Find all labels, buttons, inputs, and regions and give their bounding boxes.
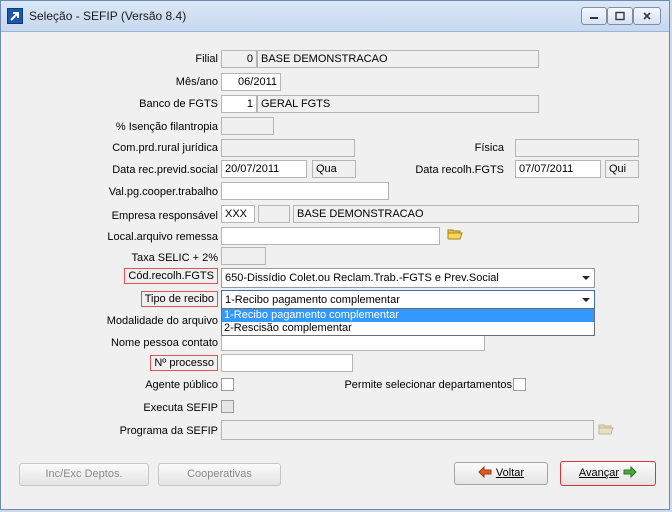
mes-ano-field[interactable]: 06/2011 [221,73,281,91]
empresa-responsavel-label: Empresa responsável [111,210,218,222]
form-area: Filial 0 BASE DEMONSTRACAO Mês/ano 06/20… [8,38,664,505]
num-processo-label: Nº processo [150,355,218,371]
folder-icon[interactable] [598,422,614,436]
banco-fgts-name-field: GERAL FGTS [257,95,539,113]
num-processo-field[interactable] [221,354,353,372]
com-prd-juridica-label: Com.prd.rural jurídica [112,142,218,154]
voltar-button[interactable]: Voltar [454,462,548,485]
val-pg-cooper-field[interactable] [221,182,389,200]
cooperativas-button[interactable]: Cooperativas [158,463,281,486]
filial-code-field[interactable]: 0 [221,50,257,68]
data-recolh-fgts-weekday: Qui [605,160,639,178]
taxa-selic-label: Taxa SELIC + 2% [131,252,218,264]
local-arquivo-field[interactable] [221,227,440,245]
permite-departamentos-checkbox[interactable] [513,378,526,391]
tipo-recibo-select[interactable]: 1-Recibo pagamento complementar [221,290,595,310]
voltar-label: Voltar [495,467,525,479]
mes-ano-label: Mês/ano [175,76,218,88]
isencao-label: % Isenção filantropia [115,121,218,133]
tipo-recibo-label: Tipo de recibo [140,291,218,307]
com-prd-juridica-field[interactable] [221,139,355,157]
permite-departamentos-label: Permite selecionar departamentos [344,379,512,391]
avancar-label: Avançar [578,467,620,479]
data-rec-previd-label: Data rec.previd.social [112,164,218,176]
fisica-label: Física [474,142,504,154]
banco-fgts-code-field[interactable]: 1 [221,95,257,113]
app-arrow-icon [7,8,23,24]
title-bar: Seleção - SEFIP (Versão 8.4) [1,1,669,32]
cod-recolh-label: Cód.recolh.FGTS [124,268,218,284]
close-icon [643,12,651,20]
cod-recolh-value: 650-Dissídio Colet.ou Reclam.Trab.-FGTS … [225,272,499,284]
chevron-down-icon [582,298,590,302]
minimize-button[interactable] [581,7,607,25]
empresa-name-field: BASE DEMONSTRACAO [293,205,639,223]
local-arquivo-label: Local.arquivo remessa [107,231,218,243]
agente-publico-checkbox[interactable] [221,378,234,391]
arrow-left-icon [478,465,492,479]
executa-sefip-checkbox[interactable] [221,400,234,413]
programa-sefip-label: Programa da SEFIP [119,425,218,437]
tipo-recibo-value: 1-Recibo pagamento complementar [225,294,400,306]
empresa-code-field[interactable]: XXX [221,205,255,223]
modalidade-label: Modalidade do arquivo [106,315,218,327]
nome-contato-label: Nome pessoa contato [110,337,218,349]
close-button[interactable] [633,7,661,25]
chevron-down-icon [582,276,590,280]
inc-exc-deptos-button[interactable]: Inc/Exc Deptos. [19,463,149,486]
filial-name-field: BASE DEMONSTRACAO [257,50,539,68]
arrow-right-icon [623,465,637,479]
window: Seleção - SEFIP (Versão 8.4) Filial 0 BA… [0,0,670,510]
fisica-field[interactable] [515,139,639,157]
banco-fgts-label: Banco de FGTS [139,98,218,110]
tipo-recibo-dropdown: 1-Recibo pagamento complementar 2-Rescis… [221,308,595,336]
val-pg-cooper-label: Val.pg.cooper.trabalho [108,186,218,198]
data-rec-previd-weekday: Qua [312,160,356,178]
cod-recolh-select[interactable]: 650-Dissídio Colet.ou Reclam.Trab.-FGTS … [221,268,595,288]
taxa-selic-field[interactable] [221,247,266,265]
data-recolh-fgts-label: Data recolh.FGTS [415,164,504,176]
maximize-icon [615,11,625,21]
maximize-button[interactable] [607,7,633,25]
empresa-code2-field [258,205,290,223]
folder-icon[interactable] [447,227,463,241]
avancar-button[interactable]: Avançar [560,461,656,486]
executa-sefip-label: Executa SEFIP [143,402,218,414]
isencao-field[interactable] [221,117,274,135]
window-title: Seleção - SEFIP (Versão 8.4) [29,9,187,23]
filial-label: Filial [195,53,218,65]
tipo-recibo-option[interactable]: 1-Recibo pagamento complementar [222,309,594,322]
agente-publico-label: Agente público [145,379,218,391]
data-recolh-fgts-field[interactable]: 07/07/2011 [515,160,601,178]
data-rec-previd-field[interactable]: 20/07/2011 [221,160,307,178]
tipo-recibo-option[interactable]: 2-Rescisão complementar [222,322,594,335]
minimize-icon [590,17,598,19]
programa-sefip-field[interactable] [221,420,594,440]
